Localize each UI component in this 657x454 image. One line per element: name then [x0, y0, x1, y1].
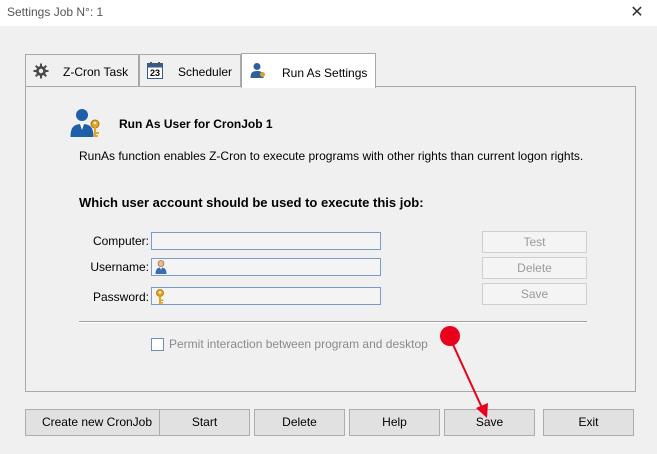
start-button[interactable]: Start: [159, 409, 250, 436]
divider: [79, 321, 587, 323]
key-icon: [155, 289, 165, 307]
runas-title: Run As User for CronJob 1: [119, 117, 273, 131]
user-settings-icon: [250, 62, 266, 82]
title-bar: Settings Job N°: 1 ✕: [0, 0, 657, 26]
runas-description: RunAs function enables Z-Cron to execute…: [79, 149, 584, 163]
username-label: Username:: [90, 260, 149, 274]
help-button[interactable]: Help: [349, 409, 440, 436]
save-credentials-button[interactable]: Save: [482, 283, 587, 305]
password-label: Password:: [92, 290, 149, 304]
exit-button[interactable]: Exit: [543, 409, 634, 436]
tab-label: Scheduler: [178, 65, 233, 79]
permit-interaction-label: Permit interaction between program and d…: [169, 337, 428, 351]
permit-interaction-checkbox[interactable]: [151, 338, 164, 351]
tab-run-as-settings[interactable]: Run As Settings: [241, 53, 376, 88]
create-cronjob-button[interactable]: Create new CronJob: [25, 409, 169, 436]
calendar-icon: 23: [147, 62, 163, 79]
password-field[interactable]: [151, 287, 381, 305]
tab-label: Z-Cron Task: [63, 65, 129, 79]
delete-button[interactable]: Delete: [254, 409, 345, 436]
save-button[interactable]: Save: [444, 409, 535, 436]
computer-label: Computer:: [92, 234, 149, 248]
gear-icon: [33, 63, 49, 82]
window-title: Settings Job N°: 1: [7, 5, 104, 19]
delete-credentials-button[interactable]: Delete: [482, 257, 587, 279]
calendar-day: 23: [149, 68, 160, 78]
computer-field[interactable]: [151, 232, 381, 250]
username-field[interactable]: [151, 258, 381, 276]
user-key-icon: [70, 108, 102, 141]
test-button[interactable]: Test: [482, 231, 587, 253]
account-question: Which user account should be used to exe…: [79, 195, 424, 210]
tab-z-cron-task[interactable]: Z-Cron Task: [25, 54, 139, 86]
tab-scheduler[interactable]: 23 Scheduler: [139, 54, 241, 86]
user-icon: [155, 260, 167, 277]
tab-label: Run As Settings: [282, 66, 368, 80]
close-button[interactable]: ✕: [625, 3, 649, 23]
